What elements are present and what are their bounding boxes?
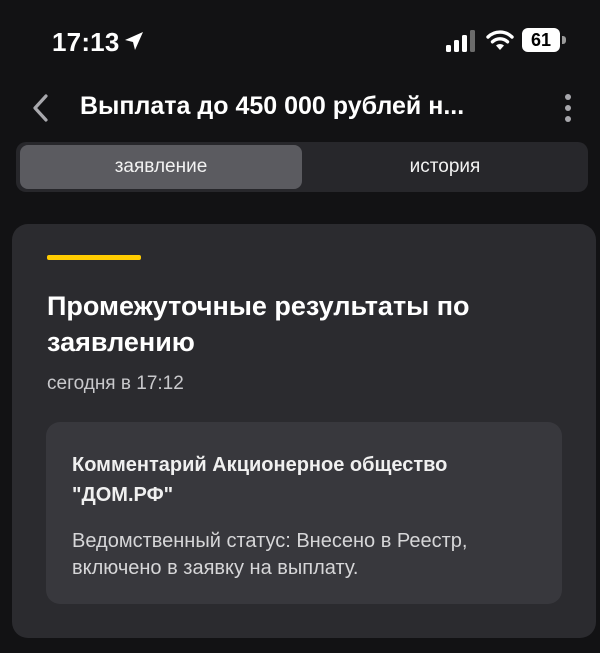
page-title: Выплата до 450 000 рублей н... xyxy=(80,92,465,120)
wifi-icon xyxy=(486,30,514,50)
battery-icon: 61 xyxy=(522,28,566,52)
comment-text: Ведомственный статус: Внесено в Реестр, … xyxy=(72,530,468,579)
status-bar: 17:13 61 xyxy=(0,0,600,80)
comment-box: Комментарий Акционерное общество "ДОМ.РФ… xyxy=(46,422,562,604)
more-vertical-icon[interactable] xyxy=(556,92,580,124)
battery-level: 61 xyxy=(522,28,560,52)
nav-header: Выплата до 450 000 рублей н... xyxy=(0,80,600,136)
segmented-tabs: заявление история xyxy=(16,142,588,192)
cellular-signal-icon xyxy=(446,30,475,52)
card-title: Промежуточные результаты по заявлению xyxy=(47,291,470,357)
comment-title: Комментарий Акционерное общество "ДОМ.РФ… xyxy=(72,454,448,506)
status-time: 17:13 xyxy=(52,27,120,57)
tab-application[interactable]: заявление xyxy=(20,145,302,189)
battery-tip xyxy=(562,36,566,44)
chevron-left-icon[interactable] xyxy=(28,92,54,124)
tab-history[interactable]: история xyxy=(306,145,584,189)
result-card: Промежуточные результаты по заявлению се… xyxy=(12,224,596,638)
location-arrow-icon xyxy=(125,32,143,50)
accent-line xyxy=(47,255,141,260)
card-date: сегодня в 17:12 xyxy=(47,373,184,394)
